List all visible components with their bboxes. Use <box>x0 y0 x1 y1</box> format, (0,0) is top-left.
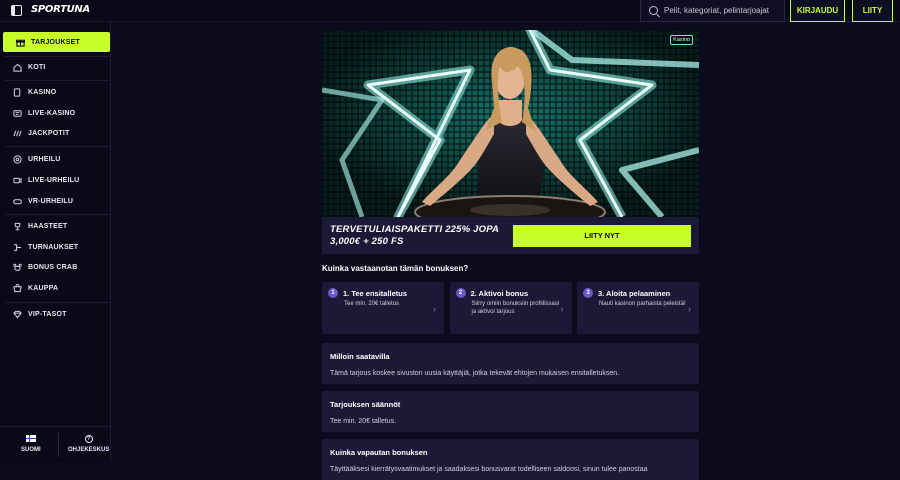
sidebar-item-kasino[interactable]: KASINO <box>0 82 111 102</box>
sidebar-item-vip-tasot[interactable]: VIP-TASOT <box>0 304 111 324</box>
sidebar-footer: SUOMI ? OHJEKESKUS <box>0 426 111 462</box>
sidebar-item-turnaukset[interactable]: TURNAUKSET <box>0 237 111 257</box>
sidebar-item-label: URHEILU <box>28 155 61 163</box>
card-text: Tee min. 20€ talletus. <box>330 418 397 425</box>
search-icon <box>649 6 658 15</box>
category-badge: Kasino <box>670 35 693 45</box>
diamond-icon <box>13 310 22 319</box>
how-to-title: Kuinka vastaanotan tämän bonuksen? <box>322 264 469 273</box>
step-number-badge: 2 <box>455 288 466 298</box>
gift-icon <box>16 38 25 47</box>
step-number-badge: 1 <box>328 288 338 298</box>
sidebar-item-label: KASINO <box>28 88 57 96</box>
step-description: Tee min. 20€ talletus <box>344 301 400 307</box>
sidebar-item-tarjoukset[interactable]: TARJOUKSET <box>3 32 110 52</box>
sidebar-item-bonus-crab[interactable]: BONUS CRAB <box>0 257 111 277</box>
step-title: 1. Tee ensitalletus <box>343 288 408 298</box>
sidebar-item-live-kasino[interactable]: LIVE-KASINO <box>0 103 111 123</box>
help-label: OHJEKESKUS <box>68 447 110 453</box>
tournament-icon <box>13 243 22 252</box>
sidebar-item-label: KAUPPA <box>28 284 59 292</box>
sidebar-item-label: JACKPOTIT <box>28 129 70 137</box>
main-content: Kasino TERVETULIAISPAKETTI 225% JOPA 3,0… <box>322 30 699 480</box>
search-input[interactable] <box>664 6 784 15</box>
sidebar-item-jackpotit[interactable]: JACKPOTIT <box>0 123 111 143</box>
card-title: Milloin saatavilla <box>330 352 390 361</box>
trophy-icon <box>13 222 22 231</box>
sidebar-item-haasteet[interactable]: HAASTEET <box>0 216 111 236</box>
sidebar-item-vr-urheilu[interactable]: VR-URHEILU <box>0 191 111 211</box>
sidebar-item-label: TURNAUKSET <box>28 243 79 251</box>
ball-icon <box>13 154 22 164</box>
finland-flag-icon <box>25 435 36 442</box>
live-sports-icon <box>13 176 22 185</box>
home-icon <box>13 63 22 72</box>
card-title: Kuinka vapautan bonuksen <box>330 448 428 457</box>
sidebar-item-label: TARJOUKSET <box>31 38 80 46</box>
help-icon: ? <box>84 435 93 443</box>
sidebar-item-label: LIVE-URHEILU <box>28 176 80 184</box>
sidebar-item-koti[interactable]: KOTI <box>0 57 111 77</box>
login-button[interactable]: KIRJAUDU <box>790 0 845 22</box>
gamepad-icon <box>13 197 22 206</box>
step-card[interactable]: 2 2. Aktivoi bonus Siirry omiin bonuksii… <box>449 282 572 334</box>
divider <box>58 433 59 457</box>
card-title: Tarjouksen säännöt <box>330 400 401 409</box>
offer-title: TERVETULIAISPAKETTI 225% JOPA 3,000€ + 2… <box>330 224 499 248</box>
sidebar-item-label: BONUS CRAB <box>28 263 78 271</box>
language-label: SUOMI <box>21 447 41 453</box>
divider <box>5 302 110 303</box>
hero-banner: Kasino <box>322 30 699 217</box>
sidebar-item-label: KOTI <box>28 63 46 71</box>
jackpot-icon <box>13 129 22 138</box>
step-title: 3. Aloita pelaaminen <box>598 288 671 298</box>
sidebar-item-label: VR-URHEILU <box>28 197 74 205</box>
chevron-right-icon: › <box>560 304 564 314</box>
offer-line-1: TERVETULIAISPAKETTI 225% JOPA <box>330 223 500 235</box>
sidebar-item-label: VIP-TASOT <box>28 310 67 318</box>
step-number-badge: 3 <box>583 288 593 298</box>
sidebar-item-urheilu[interactable]: URHEILU <box>0 149 111 169</box>
rules-card: Tarjouksen säännöt Tee min. 20€ talletus… <box>322 391 699 432</box>
chevron-right-icon: › <box>688 304 691 314</box>
live-casino-icon <box>13 109 22 118</box>
step-card[interactable]: 1 1. Tee ensitalletus Tee min. 20€ talle… <box>322 282 444 334</box>
divider <box>5 214 110 215</box>
steps-list: 1 1. Tee ensitalletus Tee min. 20€ talle… <box>322 282 699 334</box>
logo[interactable]: SPORTUNA <box>31 4 90 15</box>
step-title: 2. Aktivoi bonus <box>470 288 529 298</box>
shop-icon <box>13 283 22 293</box>
release-bonus-card: Kuinka vapautan bonuksen Täyttääksesi ki… <box>322 439 699 480</box>
divider <box>5 80 110 81</box>
card-text: Tämä tarjous koskee sivuston uusia käytt… <box>330 370 620 377</box>
join-now-button[interactable]: LIITY NYT <box>513 224 691 247</box>
search-box[interactable] <box>640 0 785 22</box>
sidebar-item-kauppa[interactable]: KAUPPA <box>0 278 111 298</box>
language-selector[interactable]: SUOMI <box>21 435 41 453</box>
step-description: Siirry omiin bonuksiin profiilissasi ja … <box>471 301 560 315</box>
crab-icon <box>13 263 22 272</box>
divider <box>5 146 110 147</box>
offer-line-2: 3,000€ + 250 FS <box>330 235 404 247</box>
sidebar: TARJOUKSET KOTI KASINO LIVE-KASINO JACKP… <box>0 22 111 462</box>
sidebar-item-live-urheilu[interactable]: LIVE-URHEILU <box>0 170 111 190</box>
sidebar-toggle-icon[interactable] <box>11 5 22 16</box>
card-text: Täyttääksesi kierrätysvaatimukset ja saa… <box>330 466 648 473</box>
offer-bar: TERVETULIAISPAKETTI 225% JOPA 3,000€ + 2… <box>322 217 699 254</box>
cards-icon <box>13 87 22 97</box>
availability-card: Milloin saatavilla Tämä tarjous koskee s… <box>322 343 699 384</box>
step-card[interactable]: 3 3. Aloita pelaaminen Nauti kasinon par… <box>577 282 699 334</box>
step-description: Nauti kasinon parhaista peleistä! <box>599 301 686 307</box>
join-button[interactable]: LIITY <box>852 0 893 22</box>
help-center-link[interactable]: ? OHJEKESKUS <box>68 435 109 453</box>
chevron-right-icon: › <box>433 304 436 314</box>
sidebar-item-label: LIVE-KASINO <box>28 109 76 117</box>
sidebar-item-label: HAASTEET <box>28 222 68 230</box>
hero-image <box>322 30 699 217</box>
top-bar: SPORTUNA KIRJAUDU LIITY <box>0 0 900 22</box>
